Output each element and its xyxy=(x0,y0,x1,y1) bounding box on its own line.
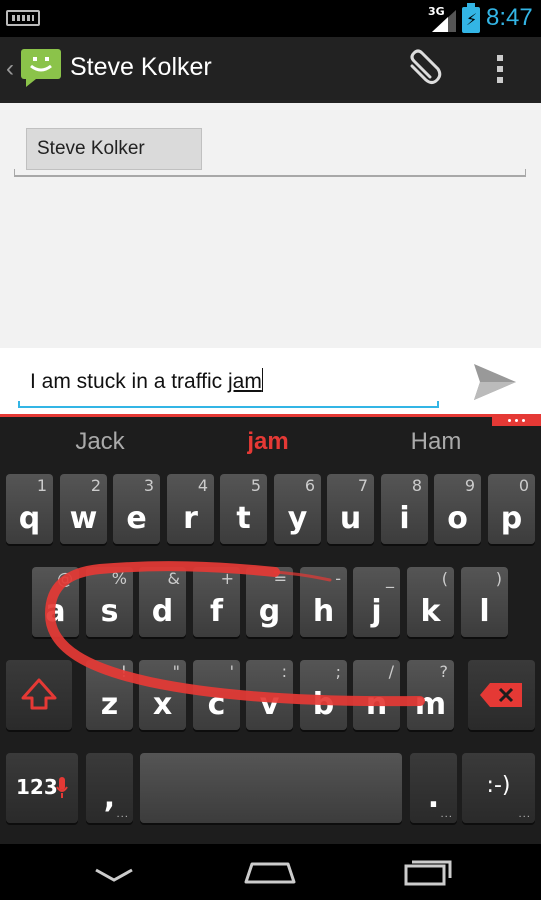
recipient-chip[interactable]: Steve Kolker xyxy=(26,128,202,170)
backspace-key[interactable] xyxy=(468,660,535,730)
shift-icon xyxy=(21,678,57,710)
send-icon[interactable] xyxy=(472,362,518,402)
key-g[interactable]: = g xyxy=(246,567,293,637)
key-a[interactable]: @ a xyxy=(32,567,79,637)
key-f[interactable]: + f xyxy=(193,567,240,637)
message-input-underline xyxy=(18,401,439,408)
key-s[interactable]: % s xyxy=(86,567,133,637)
composing-word: jam xyxy=(228,370,262,393)
key-o[interactable]: 9o xyxy=(434,474,481,544)
suggestion-3[interactable]: Ham xyxy=(376,428,496,468)
comma-key[interactable]: , ... xyxy=(86,753,133,823)
key-p[interactable]: 0p xyxy=(488,474,535,544)
recipient-field-underline xyxy=(14,169,526,177)
microphone-icon xyxy=(56,777,68,798)
back-icon[interactable] xyxy=(84,852,144,892)
navigation-bar xyxy=(0,844,541,900)
key-b[interactable]: ; b xyxy=(300,660,347,730)
period-key[interactable]: . ... xyxy=(410,753,457,823)
emoticon-label: :-) xyxy=(486,773,511,798)
key-r[interactable]: 4r xyxy=(167,474,214,544)
signal-icon xyxy=(432,10,456,32)
keyboard-accent-line xyxy=(0,414,541,417)
key-n[interactable]: / n xyxy=(353,660,400,730)
clock: 8:47 xyxy=(486,4,533,31)
key-y[interactable]: 6y xyxy=(274,474,321,544)
symbols-key[interactable]: 123 xyxy=(6,753,78,823)
suggestion-2[interactable]: jam xyxy=(208,428,328,468)
keyboard-menu-tab[interactable] xyxy=(492,416,541,426)
symbols-label: 123 xyxy=(16,775,58,799)
backspace-icon xyxy=(480,683,522,707)
space-key[interactable] xyxy=(140,753,402,823)
key-u[interactable]: 7u xyxy=(327,474,374,544)
key-h[interactable]: -h xyxy=(300,567,347,637)
key-w[interactable]: 2w xyxy=(60,474,107,544)
keyboard-notification-icon xyxy=(6,10,40,26)
key-d[interactable]: & d xyxy=(139,567,186,637)
key-v[interactable]: :v xyxy=(246,660,293,730)
key-j[interactable]: _ j xyxy=(353,567,400,637)
key-k[interactable]: (k xyxy=(407,567,454,637)
back-chevron-icon[interactable]: ‹ xyxy=(6,55,14,83)
compose-bar: I am stuck in a traffic jam xyxy=(0,348,541,414)
battery-charging-icon: ⚡ xyxy=(462,3,480,33)
key-i[interactable]: 8i xyxy=(381,474,428,544)
key-t[interactable]: 5t xyxy=(220,474,267,544)
message-area: Steve Kolker xyxy=(0,103,541,348)
conversation-title: Steve Kolker xyxy=(70,53,212,81)
action-bar: ‹ Steve Kolker xyxy=(0,37,541,103)
key-q[interactable]: 1q xyxy=(6,474,53,544)
text-cursor xyxy=(261,368,263,392)
key-x[interactable]: " x xyxy=(139,660,186,730)
shift-key[interactable] xyxy=(6,660,72,730)
message-text: I am stuck in a traffic xyxy=(30,370,229,393)
key-m[interactable]: ? m xyxy=(407,660,454,730)
key-z[interactable]: ! z xyxy=(86,660,133,730)
paperclip-icon[interactable] xyxy=(400,49,444,93)
home-icon[interactable] xyxy=(240,852,300,892)
status-bar: 3G ⚡ 8:47 xyxy=(0,0,541,37)
keyboard: Jack jam Ham 1q 2w 3e 4r 5t 6y 7u 8i 9o … xyxy=(0,414,541,844)
suggestion-1[interactable]: Jack xyxy=(40,428,160,468)
message-input[interactable]: I am stuck in a traffic jam xyxy=(30,368,263,394)
key-l[interactable]: ) l xyxy=(461,567,508,637)
overflow-menu-icon[interactable] xyxy=(490,55,510,87)
emoticon-key[interactable]: :-) ... xyxy=(462,753,535,823)
key-e[interactable]: 3e xyxy=(113,474,160,544)
recent-apps-icon[interactable] xyxy=(398,852,458,892)
messaging-app-icon[interactable] xyxy=(20,48,62,88)
screen: 3G ⚡ 8:47 ‹ Steve Kolker Steve Kolker I … xyxy=(0,0,541,900)
key-c[interactable]: ' c xyxy=(193,660,240,730)
